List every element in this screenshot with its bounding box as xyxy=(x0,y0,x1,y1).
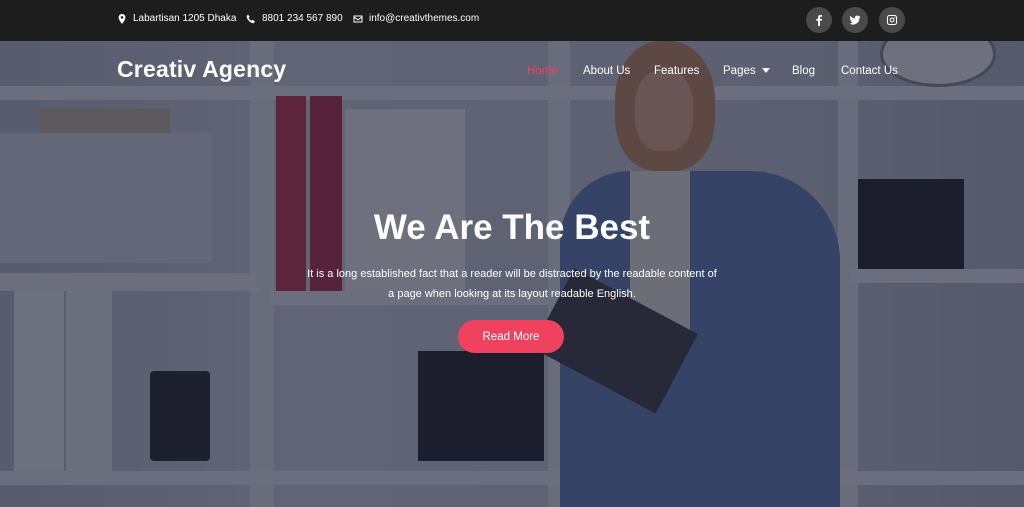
hero-headline: We Are The Best xyxy=(373,208,651,247)
phone-text: 8801 234 567 890 xyxy=(262,13,343,24)
nav-contact-us[interactable]: Contact Us xyxy=(841,65,898,77)
twitter-button[interactable] xyxy=(842,7,868,33)
nav-home[interactable]: Home xyxy=(527,65,558,77)
twitter-icon xyxy=(849,15,861,25)
envelope-icon xyxy=(353,15,363,22)
email-info[interactable]: info@creativthemes.com xyxy=(353,13,479,24)
map-pin-icon xyxy=(118,13,126,24)
facebook-icon xyxy=(816,15,822,26)
instagram-icon xyxy=(887,15,897,25)
read-more-button[interactable]: Read More xyxy=(458,320,564,353)
address-info: Labartisan 1205 Dhaka xyxy=(117,13,236,24)
hero-description-line-2: a page when looking at its layout readab… xyxy=(388,288,636,300)
nav-blog[interactable]: Blog xyxy=(792,65,815,77)
instagram-button[interactable] xyxy=(879,7,905,33)
nav-pages-label: Pages xyxy=(723,65,756,77)
address-text: Labartisan 1205 Dhaka xyxy=(133,13,237,24)
brand-logo[interactable]: Creativ Agency xyxy=(117,56,286,83)
top-bar: Labartisan 1205 Dhaka 8801 234 567 890 i… xyxy=(0,0,1024,41)
nav-about-us[interactable]: About Us xyxy=(583,65,630,77)
facebook-button[interactable] xyxy=(806,7,832,33)
hero-description-line-1: It is a long established fact that a rea… xyxy=(307,268,717,280)
caret-down-icon xyxy=(761,68,770,74)
phone-icon xyxy=(246,14,255,23)
phone-info: 8801 234 567 890 xyxy=(246,13,343,24)
nav-features[interactable]: Features xyxy=(654,65,699,77)
nav-pages[interactable]: Pages xyxy=(723,65,770,77)
email-text: info@creativthemes.com xyxy=(369,13,480,24)
